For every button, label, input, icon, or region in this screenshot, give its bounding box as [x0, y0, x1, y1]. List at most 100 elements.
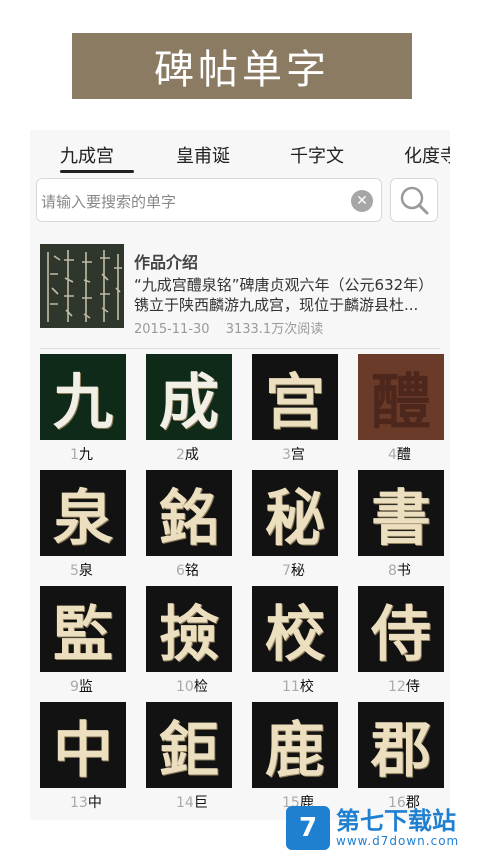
char-number: 3 [282, 447, 291, 463]
char-tile: 中 [40, 702, 126, 788]
char-label: 书 [396, 563, 411, 579]
char-cell[interactable]: 書 8书 [358, 470, 444, 580]
watermark-url: www.d7down.com [336, 834, 460, 848]
tile-glyph: 撿 [159, 599, 219, 670]
search-button[interactable] [390, 178, 438, 222]
tile-glyph: 鉅 [159, 715, 219, 786]
char-cell[interactable]: 宫 3宫 [252, 354, 338, 464]
tile-glyph: 秘 [265, 483, 325, 554]
char-caption: 2成 [176, 444, 199, 464]
char-cell[interactable]: 校 11校 [252, 586, 338, 696]
intro-card[interactable]: 作品介绍 “九成宫醴泉铭”碑唐贞观六年（公元632年）镌立于陕西麟游九成宫，现位… [40, 244, 450, 337]
char-label: 侍 [405, 679, 420, 695]
char-cell[interactable]: 秘 7秘 [252, 470, 338, 580]
char-label: 检 [193, 679, 208, 695]
intro-meta: 2015-11-30 3133.1万次阅读 [134, 318, 323, 337]
search-box: ✕ [36, 178, 382, 222]
char-cell[interactable]: 鹿 15鹿 [252, 702, 338, 812]
page-title: 碑帖单字 [154, 47, 330, 93]
intro-reads: 3133.1万次阅读 [225, 322, 324, 337]
search-icon [400, 186, 429, 215]
intro-title: 作品介绍 [134, 253, 199, 272]
char-tile: 書 [358, 470, 444, 556]
char-label: 监 [78, 679, 93, 695]
char-tile: 醴 [358, 354, 444, 440]
char-tile: 監 [40, 586, 126, 672]
char-caption: 6铭 [176, 560, 199, 580]
tile-glyph: 鹿 [265, 715, 325, 786]
char-number: 11 [282, 679, 300, 695]
char-tile: 撿 [146, 586, 232, 672]
tile-glyph: 九 [53, 367, 113, 438]
char-caption: 12侍 [388, 676, 420, 696]
intro-date: 2015-11-30 [134, 322, 210, 337]
tab-huadusi[interactable]: 化度寺 [404, 142, 450, 168]
clear-icon[interactable]: ✕ [351, 190, 373, 212]
char-caption: 8书 [388, 560, 411, 580]
char-tile: 秘 [252, 470, 338, 556]
char-caption: 7秘 [282, 560, 305, 580]
char-label: 铭 [184, 563, 199, 579]
char-label: 泉 [78, 563, 93, 579]
char-tile: 鉅 [146, 702, 232, 788]
char-cell[interactable]: 九 1九 [40, 354, 126, 464]
char-tile: 九 [40, 354, 126, 440]
search-input[interactable] [39, 189, 343, 215]
divider [40, 348, 440, 349]
char-label: 宫 [290, 447, 305, 463]
char-number: 4 [388, 447, 397, 463]
tile-glyph: 泉 [53, 483, 113, 554]
tab-jiuchenggong[interactable]: 九成宫 [60, 142, 114, 168]
tile-glyph: 醴 [371, 367, 431, 438]
char-label: 九 [78, 447, 93, 463]
char-cell[interactable]: 鉅 14巨 [146, 702, 232, 812]
char-tile: 鹿 [252, 702, 338, 788]
char-cell[interactable]: 侍 12侍 [358, 586, 444, 696]
char-caption: 13中 [70, 792, 102, 812]
char-number: 12 [388, 679, 406, 695]
char-tile: 宫 [252, 354, 338, 440]
char-label: 成 [184, 447, 199, 463]
tile-glyph: 宫 [265, 367, 325, 438]
watermark-name: 第七下载站 [336, 807, 456, 835]
char-number: 14 [176, 795, 194, 811]
char-number: 2 [176, 447, 185, 463]
char-label: 中 [87, 795, 102, 811]
tile-glyph: 郡 [371, 715, 431, 786]
char-caption: 10检 [176, 676, 208, 696]
tile-glyph: 侍 [371, 599, 431, 670]
tab-bar: 九成宫 皇甫诞 千字文 化度寺 [30, 130, 450, 176]
tab-huangfudan[interactable]: 皇甫诞 [176, 142, 230, 168]
watermark-logo-icon: 7 [286, 806, 330, 850]
char-caption: 9监 [70, 676, 93, 696]
intro-description: “九成宫醴泉铭”碑唐贞观六年（公元632年）镌立于陕西麟游九成宫，现位于麟游县杜… [134, 276, 434, 314]
char-cell[interactable]: 監 9监 [40, 586, 126, 696]
char-caption: 14巨 [176, 792, 208, 812]
tab-qianziwen[interactable]: 千字文 [290, 142, 344, 168]
char-number: 10 [176, 679, 194, 695]
char-tile: 郡 [358, 702, 444, 788]
char-cell[interactable]: 郡 16郡 [358, 702, 444, 812]
char-tile: 銘 [146, 470, 232, 556]
char-cell[interactable]: 醴 4醴 [358, 354, 444, 464]
char-caption: 5泉 [70, 560, 93, 580]
tile-glyph: 監 [53, 599, 113, 670]
char-cell[interactable]: 泉 5泉 [40, 470, 126, 580]
char-number: 7 [282, 563, 291, 579]
char-cell[interactable]: 成 2成 [146, 354, 232, 464]
char-label: 校 [299, 679, 314, 695]
char-caption: 11校 [282, 676, 314, 696]
char-cell[interactable]: 銘 6铭 [146, 470, 232, 580]
char-number: 8 [388, 563, 397, 579]
header-banner: 碑帖单字 [72, 33, 412, 99]
char-number: 1 [70, 447, 79, 463]
char-number: 13 [70, 795, 88, 811]
char-label: 醴 [396, 447, 411, 463]
char-number: 6 [176, 563, 185, 579]
char-cell[interactable]: 中 13中 [40, 702, 126, 812]
char-tile: 泉 [40, 470, 126, 556]
active-tab-indicator [60, 170, 134, 173]
char-cell[interactable]: 撿 10检 [146, 586, 232, 696]
char-caption: 1九 [70, 444, 93, 464]
site-watermark: 7 第七下载站 www.d7down.com [286, 802, 480, 854]
